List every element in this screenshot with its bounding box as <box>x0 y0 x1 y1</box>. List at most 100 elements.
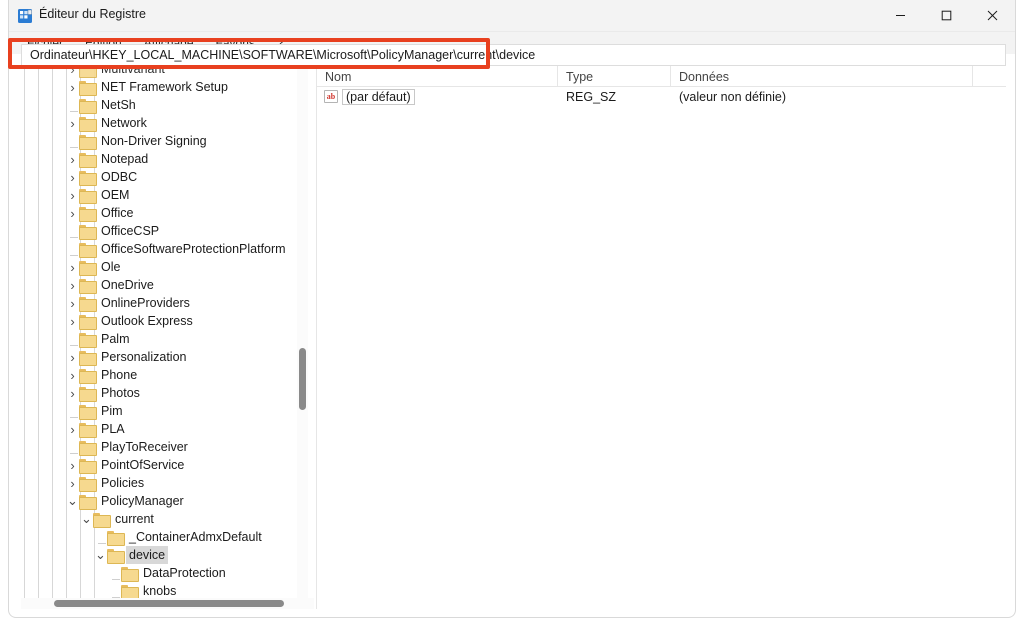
address-value: Ordinateur\HKEY_LOCAL_MACHINE\SOFTWARE\M… <box>30 48 536 62</box>
chevron-down-icon[interactable]: ⌄ <box>66 492 79 510</box>
folder-icon <box>79 422 97 438</box>
chevron-right-icon[interactable]: › <box>66 312 79 330</box>
chevron-right-icon[interactable]: › <box>66 294 79 312</box>
tree-item[interactable]: PlayToReceiver <box>21 438 302 456</box>
tree-item[interactable]: Palm <box>21 330 302 348</box>
folder-icon <box>79 224 97 240</box>
column-header-nom[interactable]: Nom <box>317 66 558 87</box>
folder-icon <box>79 188 97 204</box>
registry-values-pane[interactable]: Nom Type Données ab (par défaut) REG_SZ … <box>316 66 1006 609</box>
registry-tree-pane[interactable]: › Multivariant › NET Framework Setup NetSh › N… <box>21 66 314 609</box>
tree-item[interactable]: OfficeSoftwareProtectionPlatform <box>21 240 302 258</box>
folder-icon <box>79 350 97 366</box>
folder-icon <box>79 80 97 96</box>
tree-item[interactable]: › Photos <box>21 384 302 402</box>
chevron-right-icon[interactable]: › <box>66 366 79 384</box>
tree-item[interactable]: _ContainerAdmxDefault <box>21 528 302 546</box>
tree-horizontal-scroll-thumb[interactable] <box>54 600 284 607</box>
tree-item-label: OnlineProviders <box>101 296 190 310</box>
tree-item-label: Office <box>101 206 134 220</box>
tree-item[interactable]: ⌄ PolicyManager <box>21 492 302 510</box>
chevron-right-icon[interactable]: › <box>66 474 79 492</box>
folder-icon <box>79 170 97 186</box>
tree-item[interactable]: › ODBC <box>21 168 302 186</box>
chevron-right-icon[interactable]: › <box>66 168 79 186</box>
maximize-button[interactable] <box>923 0 969 31</box>
chevron-down-icon[interactable]: ⌄ <box>80 510 93 528</box>
chevron-right-icon[interactable]: › <box>66 348 79 366</box>
address-bar[interactable]: Ordinateur\HKEY_LOCAL_MACHINE\SOFTWARE\M… <box>21 44 1006 66</box>
tree-item[interactable]: NetSh <box>21 96 302 114</box>
tree-item[interactable]: › PLA <box>21 420 302 438</box>
tree-connector <box>66 132 79 150</box>
folder-icon <box>107 548 125 564</box>
tree-item-label: OneDrive <box>101 278 154 292</box>
tree-item[interactable]: › PointOfService <box>21 456 302 474</box>
tree-item-label: ODBC <box>101 170 138 184</box>
tree-item[interactable]: knobs <box>21 582 302 598</box>
chevron-right-icon[interactable]: › <box>66 276 79 294</box>
chevron-right-icon[interactable]: › <box>66 186 79 204</box>
tree-item[interactable]: › Outlook Express <box>21 312 302 330</box>
tree-item[interactable]: › OEM <box>21 186 302 204</box>
tree-connector <box>66 222 79 240</box>
tree-connector <box>66 438 79 456</box>
tree-item-label: Non-Driver Signing <box>101 134 207 148</box>
tree-item-label: _ContainerAdmxDefault <box>129 530 262 544</box>
close-button[interactable] <box>969 0 1015 31</box>
registry-editor-window: Éditeur du Registre Fichier Edition Affi… <box>8 0 1016 618</box>
tree-item-label: PLA <box>101 422 125 436</box>
chevron-right-icon[interactable]: › <box>66 420 79 438</box>
column-header-spacer <box>973 66 1006 87</box>
chevron-right-icon[interactable]: › <box>66 384 79 402</box>
chevron-right-icon[interactable]: › <box>66 258 79 276</box>
folder-icon <box>79 98 97 114</box>
chevron-right-icon[interactable]: › <box>66 114 79 132</box>
table-row[interactable]: ab (par défaut) REG_SZ (valeur non défin… <box>317 87 1006 107</box>
tree-vertical-scrollbar[interactable] <box>297 66 308 598</box>
tree-item[interactable]: › OneDrive <box>21 276 302 294</box>
tree-item-label: PolicyManager <box>101 494 184 508</box>
registry-editor-icon <box>17 8 33 24</box>
tree-item-label: Palm <box>101 332 130 346</box>
tree-item[interactable]: › Network <box>21 114 302 132</box>
value-name[interactable]: (par défaut) <box>342 89 415 105</box>
chevron-right-icon[interactable]: › <box>66 204 79 222</box>
chevron-down-icon[interactable]: ⌄ <box>94 546 107 564</box>
column-header-type[interactable]: Type <box>558 66 671 87</box>
chevron-right-icon[interactable]: › <box>66 150 79 168</box>
tree-item[interactable]: › NET Framework Setup <box>21 78 302 96</box>
tree-item[interactable]: OfficeCSP <box>21 222 302 240</box>
tree-horizontal-scrollbar[interactable] <box>21 598 314 609</box>
tree-item-label: Photos <box>101 386 140 400</box>
tree-item[interactable]: DataProtection <box>21 564 302 582</box>
string-value-icon: ab <box>324 90 338 103</box>
tree-item-label: OEM <box>101 188 130 202</box>
folder-icon <box>121 566 139 582</box>
tree-item[interactable]: › Policies <box>21 474 302 492</box>
tree-item[interactable]: Pim <box>21 402 302 420</box>
tree-item-label: OfficeSoftwareProtectionPlatform <box>101 242 286 256</box>
tree-item[interactable]: › Phone <box>21 366 302 384</box>
tree-item-label: Personalization <box>101 350 187 364</box>
column-header-donnees[interactable]: Données <box>671 66 973 87</box>
tree-item[interactable]: ⌄ device <box>21 546 302 564</box>
tree-item[interactable]: › Ole <box>21 258 302 276</box>
tree-item[interactable]: › Office <box>21 204 302 222</box>
tree-item[interactable]: ⌄ current <box>21 510 302 528</box>
folder-icon <box>107 530 125 546</box>
tree-item-label: PointOfService <box>101 458 185 472</box>
tree-item[interactable]: › Multivariant <box>21 66 302 78</box>
tree-item[interactable]: Non-Driver Signing <box>21 132 302 150</box>
chevron-right-icon[interactable]: › <box>66 78 79 96</box>
folder-icon <box>79 458 97 474</box>
tree-item[interactable]: › OnlineProviders <box>21 294 302 312</box>
tree-vertical-scroll-thumb[interactable] <box>299 348 306 410</box>
folder-icon <box>79 476 97 492</box>
chevron-right-icon[interactable]: › <box>66 66 79 78</box>
folder-icon <box>79 278 97 294</box>
tree-item[interactable]: › Notepad <box>21 150 302 168</box>
chevron-right-icon[interactable]: › <box>66 456 79 474</box>
minimize-button[interactable] <box>877 0 923 31</box>
tree-item[interactable]: › Personalization <box>21 348 302 366</box>
